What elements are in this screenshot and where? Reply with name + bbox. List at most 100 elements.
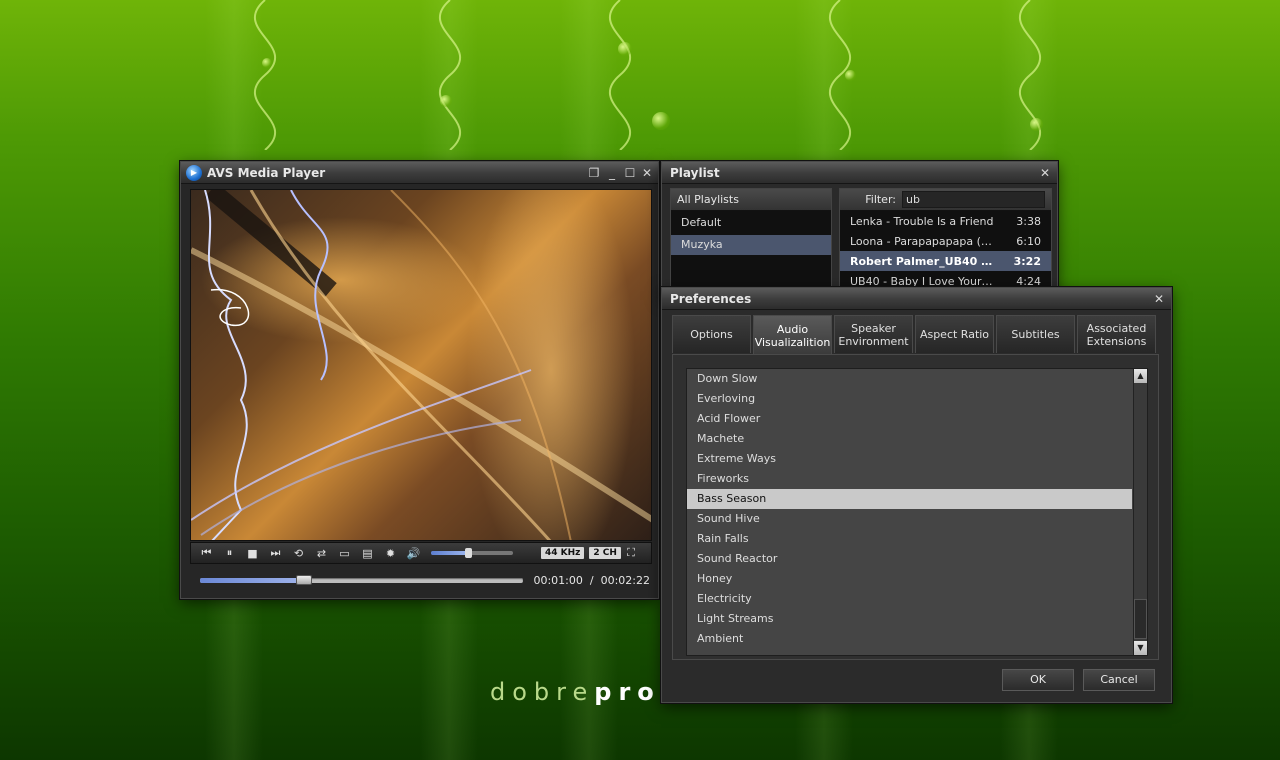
visualization-item[interactable]: Electricity bbox=[687, 589, 1132, 609]
visualization-item[interactable]: Ambient bbox=[687, 629, 1132, 649]
volume-slider-fill bbox=[431, 551, 468, 555]
track-row[interactable]: Lenka - Trouble Is a Friend 3:38 bbox=[840, 211, 1051, 231]
tab-label-line: Speaker bbox=[851, 321, 896, 335]
visualization-item[interactable]: Machete bbox=[687, 429, 1132, 449]
visualization-item[interactable]: Honey bbox=[687, 569, 1132, 589]
scroll-up-icon[interactable]: ▲ bbox=[1134, 369, 1147, 383]
visualization-item[interactable]: Sound Hive bbox=[687, 509, 1132, 529]
visualization-list[interactable]: Down Slow Everloving Acid Flower Machete Ext… bbox=[686, 368, 1148, 656]
restore-icon[interactable]: ❐ bbox=[586, 165, 602, 181]
visualization-item[interactable]: Fireworks bbox=[687, 469, 1132, 489]
seek-row: 00:01:00 / 00:02:22 bbox=[200, 572, 650, 588]
visualization-item[interactable]: Acid Flower bbox=[687, 409, 1132, 429]
sample-rate-badge: 44 KHz bbox=[541, 547, 585, 559]
pause-icon[interactable]: ⏸ bbox=[218, 543, 241, 563]
visualization-graphic bbox=[191, 190, 651, 540]
preferences-titlebar[interactable]: Preferences ✕ bbox=[662, 288, 1171, 310]
tab-label-line: Options bbox=[690, 328, 733, 341]
visualization-item[interactable]: Light Streams bbox=[687, 609, 1132, 629]
scrollbar-thumb[interactable] bbox=[1134, 599, 1147, 639]
volume-slider[interactable] bbox=[431, 548, 513, 558]
tab-options[interactable]: Options bbox=[672, 315, 751, 353]
scrollbar[interactable]: ▲ ▼ bbox=[1133, 369, 1147, 655]
track-duration: 6:10 bbox=[1016, 234, 1041, 248]
visualization-item[interactable]: Rain Falls bbox=[687, 529, 1132, 549]
preferences-tabs: Options Audio Visualizalition Speaker Enviro… bbox=[672, 315, 1159, 355]
tab-label-line: Visualizalition bbox=[754, 335, 831, 349]
video-area[interactable] bbox=[190, 189, 652, 541]
cancel-button[interactable]: Cancel bbox=[1083, 669, 1155, 691]
playlist-item[interactable]: Default bbox=[671, 213, 831, 233]
repeat-icon[interactable]: ⟲ bbox=[287, 543, 310, 563]
visualization-item[interactable]: Extreme Ways bbox=[687, 449, 1132, 469]
maximize-icon[interactable]: ☐ bbox=[622, 165, 638, 181]
current-time: 00:01:00 bbox=[533, 573, 583, 587]
wallpaper-bubble bbox=[618, 42, 632, 56]
wallpaper-wave bbox=[608, 0, 632, 150]
channels-badge: 2 CH bbox=[589, 547, 621, 559]
volume-slider-handle[interactable] bbox=[464, 548, 472, 558]
track-row[interactable]: Loona - Parapapapapa (… 6:10 bbox=[840, 231, 1051, 251]
close-icon[interactable]: ✕ bbox=[639, 165, 655, 181]
shuffle-icon[interactable]: ⇄ bbox=[310, 543, 333, 563]
playlist-title: Playlist bbox=[670, 165, 720, 180]
scroll-down-icon[interactable]: ▼ bbox=[1134, 641, 1147, 655]
filter-input[interactable] bbox=[902, 191, 1045, 208]
tab-label: Options bbox=[690, 328, 732, 341]
visualization-item[interactable]: Everloving bbox=[687, 389, 1132, 409]
close-icon[interactable]: ✕ bbox=[1037, 165, 1053, 181]
seek-bar-handle[interactable] bbox=[295, 574, 312, 585]
minimize-icon[interactable]: _ bbox=[604, 165, 620, 181]
total-time: 00:02:22 bbox=[600, 573, 650, 587]
visualization-item[interactable]: Sound Reactor bbox=[687, 549, 1132, 569]
playlist-icon[interactable]: ▤ bbox=[356, 543, 379, 563]
playlist-item[interactable]: Muzyka bbox=[671, 235, 831, 255]
tab-label: Subtitles bbox=[1011, 328, 1059, 341]
wallpaper-wave bbox=[828, 0, 852, 150]
track-name: Robert Palmer_UB40 … bbox=[850, 254, 993, 268]
stop-icon[interactable]: ■ bbox=[241, 543, 264, 563]
track-row[interactable]: Robert Palmer_UB40 … 3:22 bbox=[840, 251, 1051, 271]
tab-audio-visualization[interactable]: Audio Visualizalition bbox=[753, 315, 832, 355]
effects-icon[interactable]: ✹ bbox=[379, 543, 402, 563]
tab-associated-extensions[interactable]: Associated Extensions bbox=[1077, 315, 1156, 353]
time-display: 00:01:00 / 00:02:22 bbox=[533, 574, 650, 587]
player-logo-icon: ▶ bbox=[186, 164, 202, 181]
seek-bar[interactable] bbox=[200, 574, 524, 585]
preferences-title: Preferences bbox=[670, 291, 752, 306]
visualization-item[interactable]: Down Slow bbox=[687, 369, 1132, 389]
tab-subtitles[interactable]: Subtitles bbox=[996, 315, 1075, 353]
wallpaper-bubble bbox=[262, 58, 272, 68]
wallpaper-logo: dobrepro bbox=[490, 678, 661, 706]
tab-speaker-environment[interactable]: Speaker Environment bbox=[834, 315, 913, 353]
next-icon[interactable]: ⏭ bbox=[264, 543, 287, 563]
ok-button[interactable]: OK bbox=[1002, 669, 1074, 691]
wallpaper-bubble bbox=[845, 70, 856, 81]
time-separator: / bbox=[589, 573, 594, 587]
visualization-item[interactable]: Bass Season bbox=[687, 489, 1132, 509]
wallpaper-wave bbox=[438, 0, 462, 150]
tab-label-line: Environment bbox=[838, 334, 909, 348]
tab-aspect-ratio[interactable]: Aspect Ratio bbox=[915, 315, 994, 353]
tab-label-line: Audio bbox=[776, 322, 809, 336]
track-name: UB40 - Baby I Love Your… bbox=[850, 274, 993, 288]
player-titlebar[interactable]: ▶ AVS Media Player ❐ _ ☐ ✕ bbox=[181, 162, 658, 184]
all-playlists-header[interactable]: All Playlists bbox=[671, 189, 831, 211]
track-duration: 3:38 bbox=[1016, 214, 1041, 228]
tab-label: Aspect Ratio bbox=[920, 328, 989, 341]
seek-bar-fill bbox=[200, 577, 304, 583]
close-icon[interactable]: ✕ bbox=[1151, 291, 1167, 307]
previous-icon[interactable]: ⏮ bbox=[195, 543, 218, 563]
player-title: AVS Media Player bbox=[207, 165, 326, 180]
tab-label: Audio Visualizalition bbox=[755, 323, 831, 349]
playlist-titlebar[interactable]: Playlist ✕ bbox=[662, 162, 1057, 184]
fullscreen-icon[interactable]: ⛶ bbox=[621, 543, 641, 563]
track-duration: 4:24 bbox=[1016, 274, 1041, 288]
wallpaper-bubble bbox=[1030, 118, 1043, 131]
volume-icon[interactable]: 🔊 bbox=[402, 543, 425, 563]
tab-label-line: Extensions bbox=[1086, 334, 1147, 348]
tracks-panel: Filter: Lenka - Trouble Is a Friend3:38L… bbox=[839, 188, 1052, 293]
track-name: Loona - Parapapapapa (… bbox=[850, 234, 992, 248]
aspect-ratio-icon[interactable]: ▭ bbox=[333, 543, 356, 563]
tab-panel: Down Slow Everloving Acid Flower Machete Ext… bbox=[672, 354, 1159, 660]
